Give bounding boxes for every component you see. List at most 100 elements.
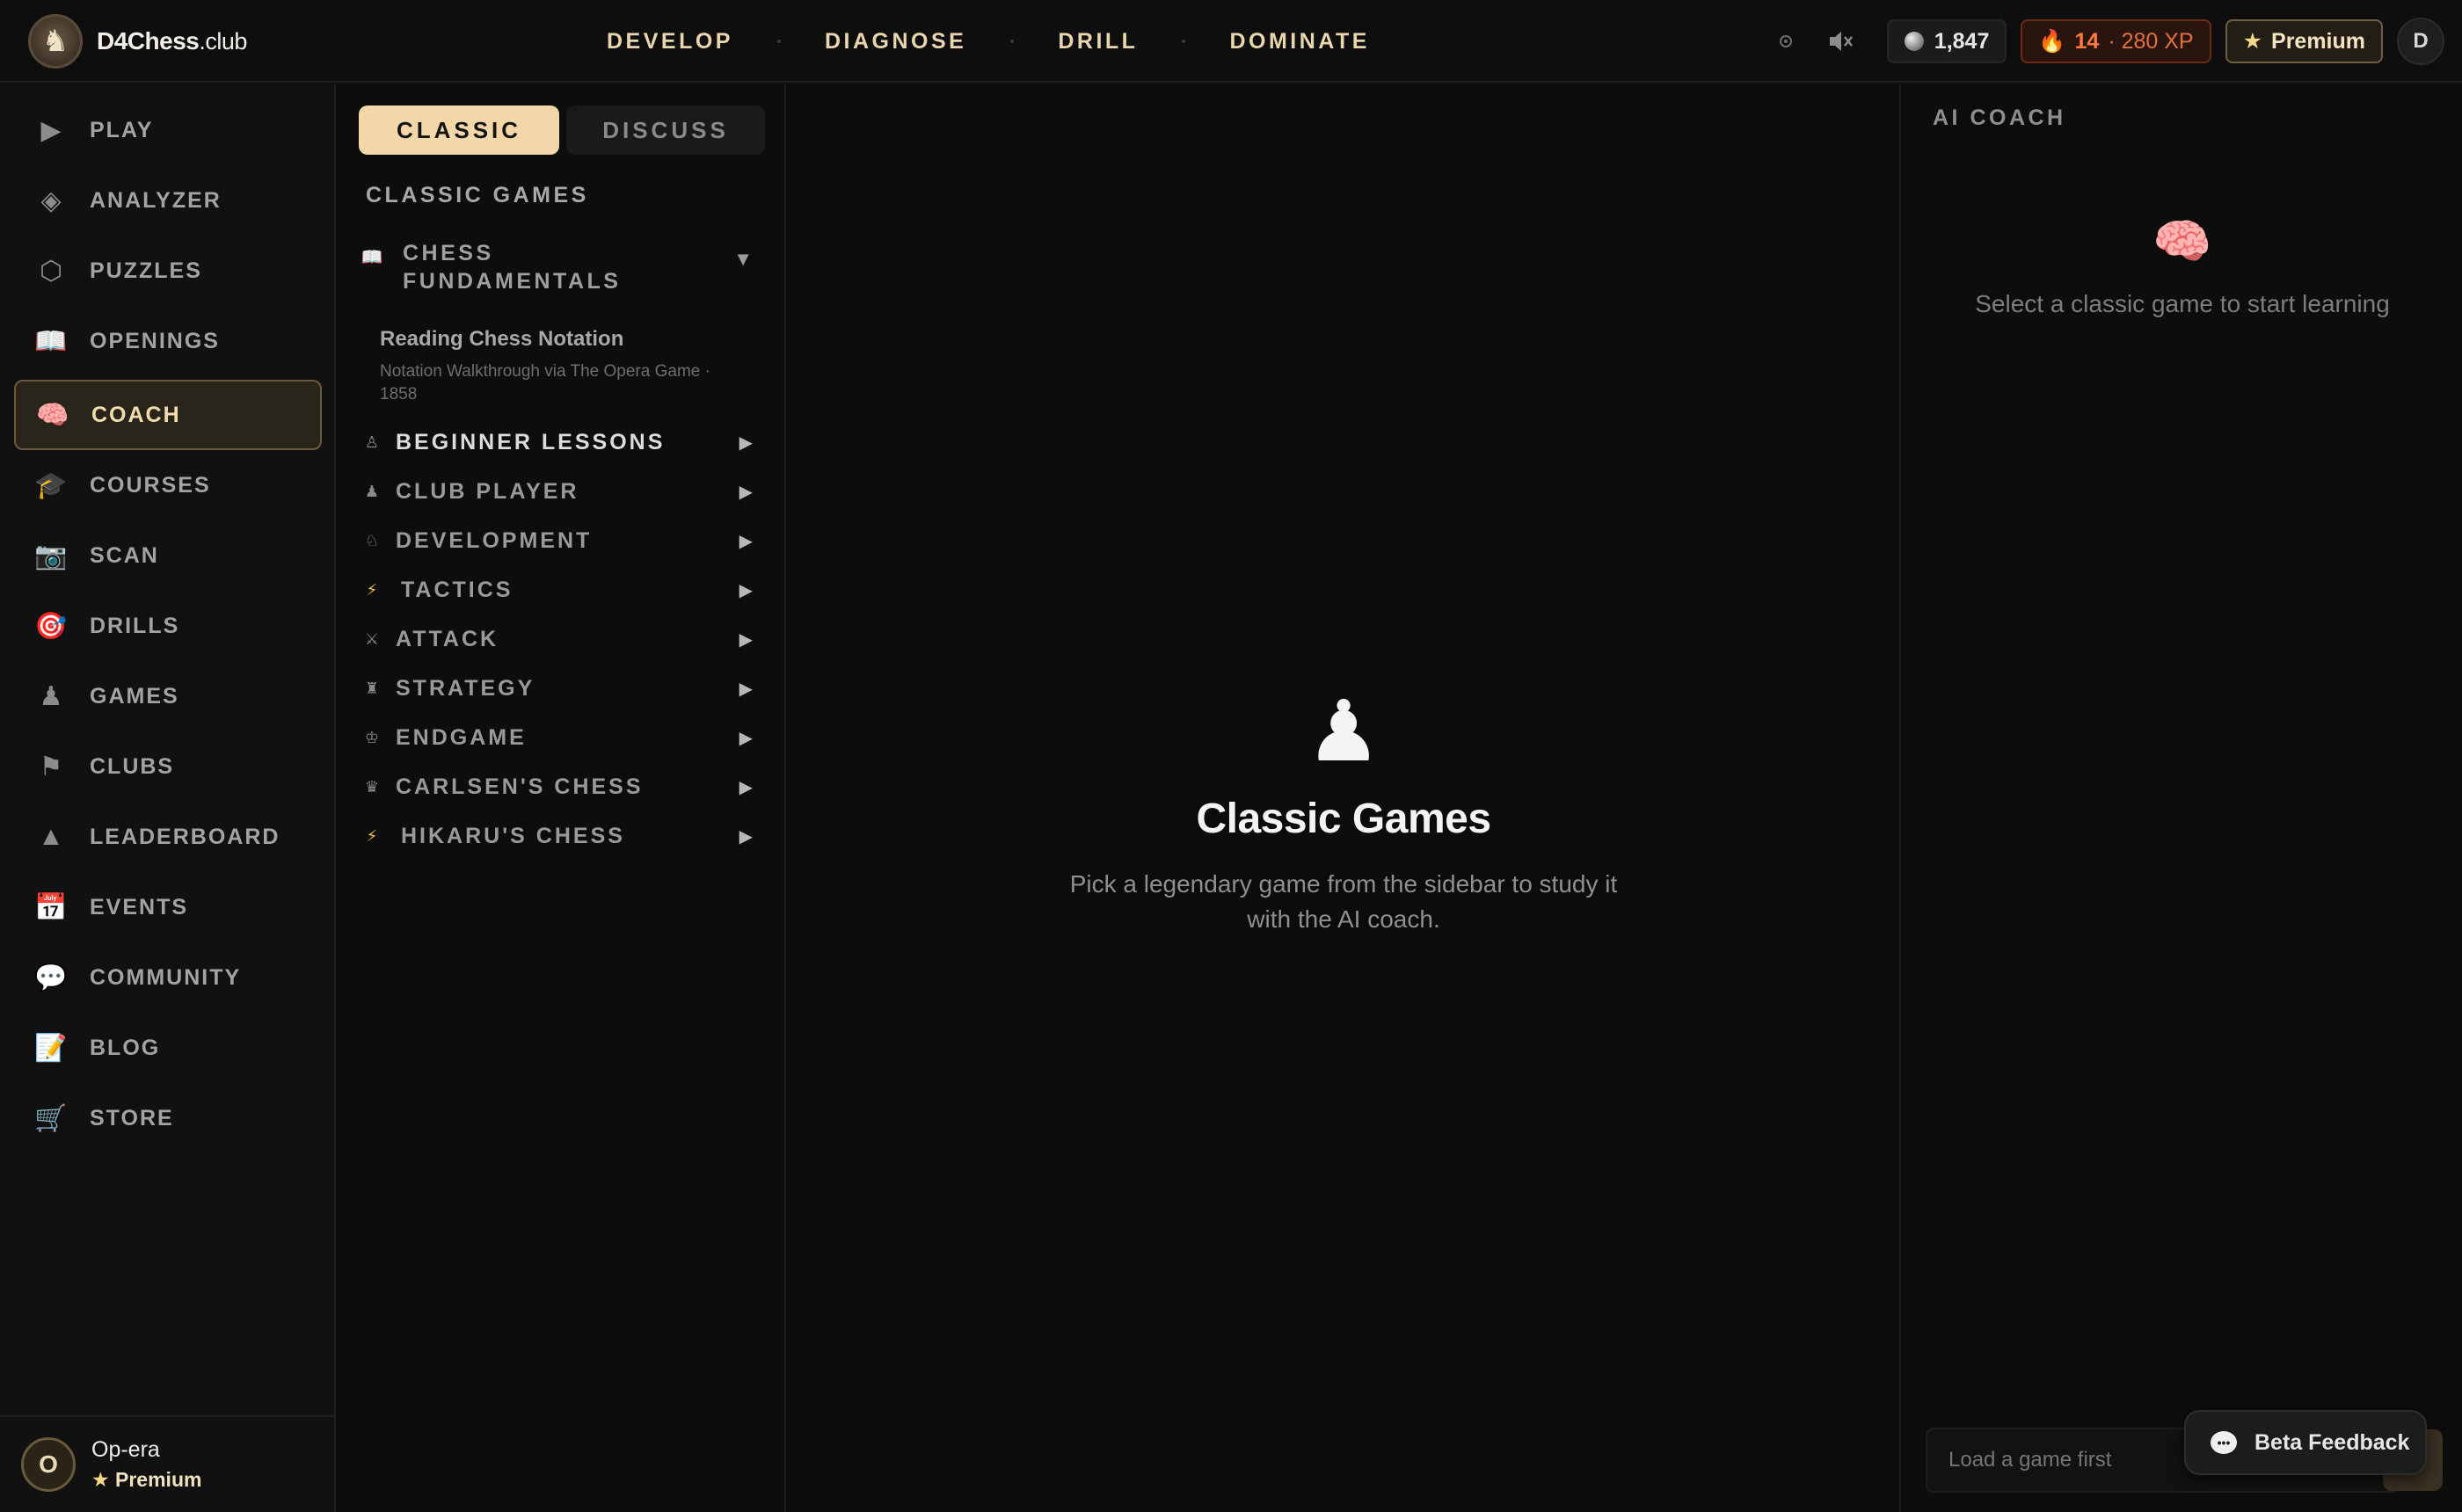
tab-classic[interactable]: CLASSIC [359, 105, 559, 155]
lesson-item[interactable]: Reading Chess Notation Notation Walkthro… [380, 327, 765, 406]
cart-icon: 🛒 [34, 1103, 68, 1133]
sidebar-item-blog[interactable]: 📝 BLOG [14, 1013, 322, 1083]
app-root: ♞ D4Chess.club DEVELOP DIAGNOSE DRILL DO… [0, 0, 2462, 1512]
topnav-dominate[interactable]: DOMINATE [1229, 29, 1369, 55]
streak-badge[interactable]: 🔥 14 · 280 XP [2021, 19, 2211, 63]
sidebar-item-courses[interactable]: 🎓 COURSES [14, 450, 322, 520]
pawn-icon: ♟ [1305, 685, 1382, 779]
category-label: CLUB PLAYER [396, 478, 579, 504]
rating-orb-icon [1904, 32, 1924, 51]
sidebar-item-label: GAMES [90, 683, 179, 709]
category-label: ENDGAME [396, 724, 527, 750]
panel-title: CLASSIC GAMES [366, 183, 589, 207]
sidebar-item-store[interactable]: 🛒 STORE [14, 1083, 322, 1153]
sidebar: ▶ PLAY ◈ ANALYZER ⬡ PUZZLES 📖 OPENINGS 🧠… [0, 84, 336, 1512]
category-attack[interactable]: ⚔ ATTACK ▶ [359, 619, 765, 659]
chevron-right-icon: ▶ [739, 629, 753, 650]
category-label: DEVELOPMENT [396, 527, 593, 553]
rook-icon: ♜ [364, 679, 380, 697]
premium-badge-label: Premium [115, 1468, 202, 1491]
category-beginner-lessons[interactable]: ♙ BEGINNER LESSONS ▶ [359, 422, 765, 462]
chevron-right-icon: ▶ [739, 531, 753, 551]
topnav-diagnose[interactable]: DIAGNOSE [825, 29, 966, 55]
chevron-down-icon: ▼ [733, 248, 753, 270]
chevron-right-icon: ▶ [739, 433, 753, 453]
topnav-separator [1010, 40, 1015, 43]
sidebar-item-label: COURSES [90, 472, 211, 498]
user-avatar[interactable]: D [2397, 18, 2444, 65]
category-carlsens-chess[interactable]: ♛ CARLSEN'S CHESS ▶ [359, 767, 765, 807]
premium-badge: ★ Premium [91, 1468, 201, 1492]
rating-badge[interactable]: 1,847 [1886, 19, 2007, 63]
sidebar-item-clubs[interactable]: ⚑ CLUBS [14, 731, 322, 802]
topnav-separator [776, 40, 781, 43]
sidebar-item-label: COMMUNITY [90, 964, 242, 990]
sidebar-item-games[interactable]: ♟ GAMES [14, 661, 322, 731]
sidebar-item-label: DRILLS [90, 613, 180, 638]
sidebar-item-analyzer[interactable]: ◈ ANALYZER [14, 165, 322, 236]
category-label: HIKARU'S CHESS [401, 823, 625, 848]
brand[interactable]: ♞ D4Chess.club [28, 12, 247, 70]
brand-name-main: D4Chess [97, 27, 200, 55]
puzzle-icon: ⬡ [39, 256, 63, 286]
book-icon: 📖 [361, 248, 383, 267]
category-hikarus-chess[interactable]: ⚡ HIKARU'S CHESS ▶ [359, 816, 765, 856]
lesson-subtitle: Notation Walkthrough via The Opera Game … [380, 362, 710, 403]
memo-icon: 📝 [34, 1033, 68, 1063]
sidebar-item-label: EVENTS [90, 894, 189, 920]
top-right-controls: 1,847 🔥 14 · 280 XP ★ Premium D [1776, 0, 2444, 83]
sidebar-item-openings[interactable]: 📖 OPENINGS [14, 306, 322, 376]
lightning-icon: ⚡ [366, 826, 378, 845]
premium-button[interactable]: ★ Premium [2225, 19, 2383, 63]
sidebar-item-drills[interactable]: 🎯 DRILLS [14, 591, 322, 661]
chevron-right-icon: ▶ [739, 777, 753, 797]
analyzer-icon: ◈ [40, 185, 62, 215]
sidebar-user-card[interactable]: O Op-era ★ Premium [0, 1415, 334, 1512]
category-club-player[interactable]: ♟ CLUB PLAYER ▶ [359, 471, 765, 512]
sidebar-item-play[interactable]: ▶ PLAY [14, 95, 322, 165]
topnav-drill[interactable]: DRILL [1058, 29, 1138, 55]
sound-muted-icon[interactable] [1827, 28, 1855, 55]
sidebar-item-events[interactable]: 📅 EVENTS [14, 872, 322, 942]
sidebar-item-leaderboard[interactable]: ▲ LEADERBOARD [14, 802, 322, 872]
sidebar-item-label: PLAY [90, 117, 154, 142]
chevron-right-icon: ▶ [739, 679, 753, 699]
fire-icon: 🔥 [2038, 28, 2066, 54]
classic-games-panel: CLASSIC DISCUSS CLASSIC GAMES 📖 CHESS FU… [338, 84, 786, 1512]
pawn-icon: ♟ [364, 482, 380, 500]
flag-icon: ⚑ [39, 752, 63, 781]
tab-discuss[interactable]: DISCUSS [566, 105, 765, 155]
main-content: ♟ Classic Games Pick a legendary game fr… [788, 84, 1899, 1512]
sidebar-item-scan[interactable]: 📷 SCAN [14, 520, 322, 591]
category-development[interactable]: ♘ DEVELOPMENT ▶ [359, 520, 765, 561]
category-tactics[interactable]: ⚡ TACTICS ▶ [359, 570, 765, 610]
category-endgame[interactable]: ♔ ENDGAME ▶ [359, 717, 765, 758]
category-header[interactable]: 📖 CHESS FUNDAMENTALS ▼ [359, 239, 765, 295]
target-icon: 🎯 [34, 611, 68, 641]
topnav-separator [1182, 40, 1186, 43]
crossed-swords-icon: ⚔ [364, 629, 380, 648]
lesson-title: Reading Chess Notation [380, 327, 624, 351]
coach-panel-title: AI COACH [1933, 105, 2066, 130]
sidebar-item-label: COACH [91, 402, 181, 427]
leaderboard-icon: ▲ [38, 822, 64, 851]
category-strategy[interactable]: ♜ STRATEGY ▶ [359, 668, 765, 709]
sidebar-item-coach[interactable]: 🧠 COACH [14, 380, 322, 450]
category-label: CHESS FUNDAMENTALS [403, 241, 622, 294]
category-label: CARLSEN'S CHESS [396, 774, 644, 799]
sidebar-item-label: OPENINGS [90, 328, 220, 353]
empty-state-description: Pick a legendary game from the sidebar t… [1069, 870, 1618, 933]
sidebar-item-community[interactable]: 💬 COMMUNITY [14, 942, 322, 1013]
chevron-right-icon: ▶ [739, 826, 753, 847]
brain-icon: 🧠 [2152, 215, 2212, 268]
avatar: O [21, 1437, 76, 1492]
sidebar-item-puzzles[interactable]: ⬡ PUZZLES [14, 236, 322, 306]
settings-icon[interactable] [1776, 32, 1796, 51]
topnav-develop[interactable]: DEVELOP [607, 29, 733, 55]
coach-empty-message: Select a classic game to start learning [1975, 290, 2390, 317]
star-icon: ★ [91, 1468, 110, 1491]
white-pawn-icon: ♙ [364, 433, 380, 451]
camera-icon: 📷 [34, 541, 68, 571]
pawn-icon: ♟ [39, 681, 63, 711]
beta-feedback-button[interactable]: ••• Beta Feedback [2184, 1410, 2427, 1475]
